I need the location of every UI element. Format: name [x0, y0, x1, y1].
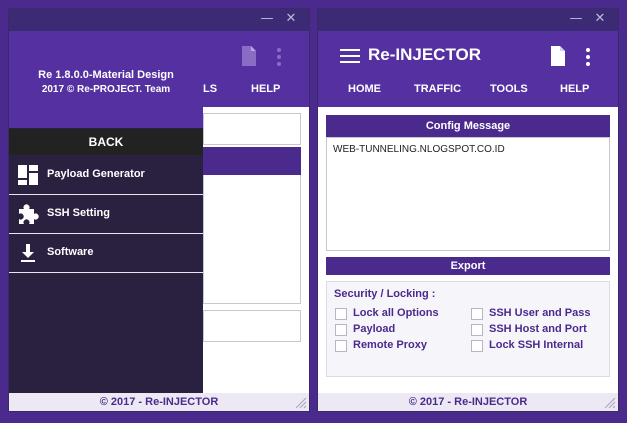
- payload-generator-icon: [18, 165, 38, 185]
- drawer-item-label: Payload Generator: [47, 168, 145, 180]
- tab-help[interactable]: HELP: [251, 83, 280, 95]
- left-footer: © 2017 - Re-INJECTOR: [9, 393, 309, 411]
- drawer-item-label: SSH Setting: [47, 207, 110, 219]
- drawer-item-label: Software: [47, 246, 94, 258]
- checkbox-label: Payload: [353, 323, 396, 335]
- right-window: — ✕ Re-INJECTOR HOME TRAFFIC TOOLS HELP …: [317, 8, 619, 412]
- hamburger-menu-icon[interactable]: [340, 49, 360, 63]
- export-button[interactable]: Export: [326, 257, 610, 275]
- config-message-text: WEB-TUNNELING.NLOGSPOT.CO.ID: [333, 144, 505, 155]
- checkbox-box[interactable]: [335, 308, 347, 320]
- security-title: Security / Locking :: [334, 288, 436, 300]
- drawer-copyright: 2017 © Re-PROJECT. Team: [41, 84, 171, 95]
- checkbox-lock-all-options[interactable]: Lock all Options: [335, 307, 455, 321]
- left-title-bar: — ✕: [9, 9, 309, 31]
- minimize-button[interactable]: —: [568, 11, 584, 27]
- resize-grip-icon[interactable]: [295, 397, 307, 409]
- more-vert-icon[interactable]: [585, 48, 591, 66]
- config-message-header: Config Message: [326, 115, 610, 137]
- close-button[interactable]: ✕: [283, 11, 299, 27]
- file-icon[interactable]: [550, 46, 566, 66]
- left-text-area[interactable]: [203, 175, 301, 304]
- checkbox-payload[interactable]: Payload: [335, 323, 455, 337]
- left-lower-box: [203, 310, 301, 342]
- checkbox-box[interactable]: [335, 340, 347, 352]
- checkbox-box[interactable]: [471, 324, 483, 336]
- tab-tools-partial[interactable]: LS: [203, 83, 217, 95]
- checkbox-label: SSH Host and Port: [489, 323, 587, 335]
- checkbox-label: Remote Proxy: [353, 339, 427, 351]
- config-message-textarea[interactable]: WEB-TUNNELING.NLOGSPOT.CO.ID: [326, 137, 610, 251]
- security-locking-panel: Security / Locking : Lock all Options Pa…: [326, 281, 610, 377]
- puzzle-icon: [19, 204, 39, 224]
- checkbox-ssh-host-port[interactable]: SSH Host and Port: [471, 323, 601, 337]
- app-title: Re-INJECTOR: [368, 45, 482, 64]
- app-version: Re 1.8.0.0-Material Design: [38, 69, 174, 81]
- file-icon[interactable]: [241, 46, 257, 66]
- right-footer: © 2017 - Re-INJECTOR: [318, 393, 618, 411]
- checkbox-box[interactable]: [471, 308, 483, 320]
- right-title-bar: — ✕: [318, 9, 618, 31]
- right-app-bar: Re-INJECTOR HOME TRAFFIC TOOLS HELP: [318, 31, 618, 107]
- more-vert-icon[interactable]: [276, 48, 282, 66]
- tab-home[interactable]: HOME: [348, 83, 381, 95]
- checkbox-label: Lock SSH Internal: [489, 339, 584, 351]
- drawer-header: Re 1.8.0.0-Material Design 2017 © Re-PRO…: [9, 31, 203, 128]
- checkbox-remote-proxy[interactable]: Remote Proxy: [335, 339, 455, 353]
- drawer-item-software[interactable]: Software: [9, 234, 203, 273]
- left-window: — ✕ LS HELP © 2017 - Re-INJECTOR Re 1.8.…: [8, 8, 310, 412]
- tab-help[interactable]: HELP: [560, 83, 589, 95]
- checkbox-label: SSH User and Pass: [489, 307, 591, 319]
- back-button[interactable]: BACK: [9, 129, 203, 155]
- left-input-box[interactable]: [203, 113, 301, 145]
- right-content: Config Message WEB-TUNNELING.NLOGSPOT.CO…: [318, 107, 618, 393]
- resize-grip-icon[interactable]: [604, 397, 616, 409]
- drawer-item-payload-generator[interactable]: Payload Generator: [9, 156, 203, 195]
- checkbox-lock-ssh-internal[interactable]: Lock SSH Internal: [471, 339, 601, 353]
- checkbox-box[interactable]: [335, 324, 347, 336]
- checkbox-ssh-user-pass[interactable]: SSH User and Pass: [471, 307, 601, 321]
- tab-traffic[interactable]: TRAFFIC: [414, 83, 461, 95]
- drawer-item-ssh-setting[interactable]: SSH Setting: [9, 195, 203, 234]
- navigation-drawer: Re 1.8.0.0-Material Design 2017 © Re-PRO…: [9, 31, 203, 393]
- tab-tools[interactable]: TOOLS: [490, 83, 528, 95]
- minimize-button[interactable]: —: [259, 11, 275, 27]
- download-icon: [21, 244, 35, 262]
- close-button[interactable]: ✕: [592, 11, 608, 27]
- left-section-header: [203, 147, 301, 175]
- checkbox-box[interactable]: [471, 340, 483, 352]
- checkbox-label: Lock all Options: [353, 307, 439, 319]
- main-tabs: HOME TRAFFIC TOOLS HELP: [318, 83, 618, 103]
